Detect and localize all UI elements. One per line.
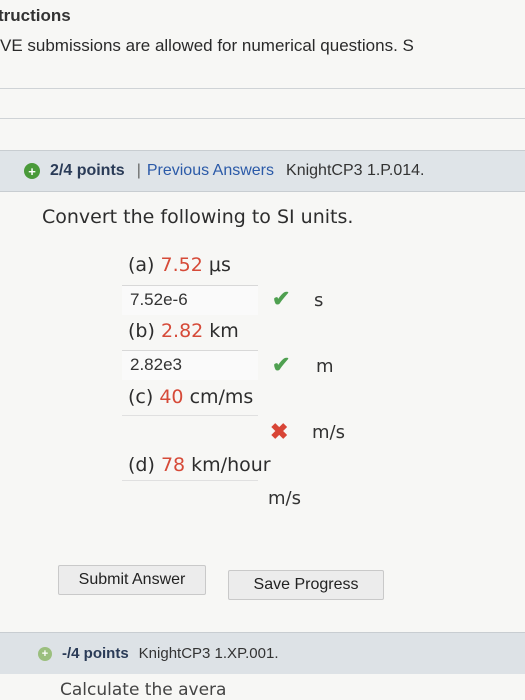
divider (0, 118, 525, 119)
next-question-prompt: Calculate the avera (60, 680, 227, 700)
question-id: KnightCP3 1.P.014. (286, 162, 425, 179)
part-label: (b) (128, 320, 155, 342)
save-progress-button[interactable]: Save Progress (228, 570, 384, 600)
part-unit-in: km (209, 320, 239, 342)
question-prompt: Convert the following to SI units. (42, 206, 354, 228)
unit-out-a: s (314, 290, 324, 311)
unit-out-b: m (316, 356, 334, 377)
x-icon: ✖ (270, 419, 289, 444)
expand-icon[interactable]: + (38, 646, 52, 661)
part-unit-in: μs (208, 254, 231, 276)
part-a-label: (a) 7.52 μs (128, 254, 231, 276)
points-label: -/4 points (62, 645, 129, 662)
previous-answers-link[interactable]: Previous Answers (147, 162, 274, 180)
check-icon: ✔ (272, 352, 291, 377)
part-value: 7.52 (160, 254, 203, 276)
answer-input-a[interactable]: 7.52e-6 (122, 285, 258, 315)
submit-answer-button[interactable]: Submit Answer (58, 565, 206, 595)
expand-icon[interactable]: + (24, 163, 40, 179)
part-b-label: (b) 2.82 km (128, 320, 239, 342)
check-icon: ✔ (272, 286, 291, 311)
instructions-title: tructions (0, 6, 71, 25)
instructions-text: VE submissions are allowed for numerical… (0, 36, 414, 55)
part-c-label: (c) 40 cm/ms (128, 386, 253, 408)
separator: | (136, 162, 141, 179)
answer-input-c[interactable] (122, 415, 258, 445)
part-unit-in: km/hour (191, 454, 271, 476)
part-label: (d) (128, 454, 155, 476)
part-value: 2.82 (160, 320, 204, 342)
answer-input-d[interactable] (122, 480, 258, 510)
part-value: 40 (159, 386, 184, 408)
part-label: (c) (128, 386, 154, 408)
part-unit-in: cm/ms (189, 386, 254, 408)
unit-out-d: m/s (268, 488, 301, 509)
answer-input-b[interactable]: 2.82e3 (122, 350, 258, 380)
points-label: 2/4 points (50, 162, 125, 179)
unit-out-c: m/s (312, 422, 345, 443)
divider (0, 88, 525, 89)
part-d-label: (d) 78 km/hour (128, 454, 271, 476)
part-value: 78 (160, 454, 186, 476)
next-question-header: + -/4 points KnightCP3 1.XP.001. (0, 632, 525, 674)
question-header: + 2/4 points | Previous Answers KnightCP… (0, 150, 525, 192)
question-id: KnightCP3 1.XP.001. (138, 645, 279, 662)
part-label: (a) (128, 254, 155, 276)
